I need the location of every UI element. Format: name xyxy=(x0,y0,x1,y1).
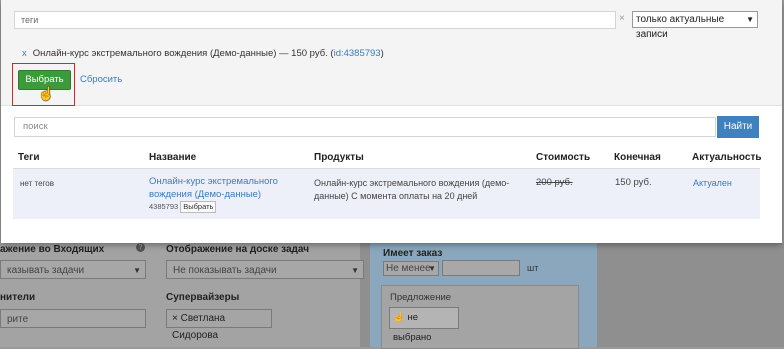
relevance-filter-select[interactable]: только актуальные записи ▼ xyxy=(632,11,758,40)
reset-link[interactable]: Сбросить xyxy=(80,74,122,85)
row-products: Онлайн-курс экстремального вождения (дем… xyxy=(314,178,510,201)
executors-input[interactable]: рите xyxy=(0,309,146,328)
board-display-value: Не показывать задачи xyxy=(173,265,277,276)
chevron-down-icon: ▼ xyxy=(351,266,359,275)
row-choose-button[interactable]: Выбрать xyxy=(180,201,217,213)
board-display-label: Отображение на доске задач xyxy=(166,244,310,255)
supervisor-remove-icon[interactable]: × xyxy=(172,313,178,324)
clear-tags-icon[interactable]: × xyxy=(619,13,625,24)
supervisor-tag[interactable]: × Светлана Сидорова xyxy=(166,309,272,341)
executors-placeholder: рите xyxy=(7,314,29,325)
selected-offer-id-link[interactable]: id:4385793 xyxy=(334,48,381,59)
column-header-name: Название xyxy=(149,152,197,163)
remove-selected-icon[interactable]: x xyxy=(22,48,27,59)
selected-offer-text: Онлайн-курс экстремального вождения (Дем… xyxy=(32,48,334,59)
has-order-select[interactable]: Не менее ▼ xyxy=(383,261,439,276)
row-status-link[interactable]: Актуален xyxy=(693,177,732,190)
row-name-cell: Онлайн-курс экстремального вождения (Дем… xyxy=(149,176,289,214)
has-order-unit: шт xyxy=(527,263,539,273)
column-header-tags: Теги xyxy=(18,152,40,163)
help-icon[interactable]: ? xyxy=(136,243,145,252)
row-id: 4385793 xyxy=(149,202,179,211)
row-price-final: 150 руб. xyxy=(615,177,652,188)
chevron-down-icon: ▼ xyxy=(428,264,436,273)
executors-label: нители xyxy=(0,292,36,303)
row-tags: нет тегов xyxy=(20,179,54,188)
offer-label: Предложение xyxy=(390,292,452,303)
hand-cursor-icon: ☝ xyxy=(38,86,55,101)
search-placeholder: поиск xyxy=(23,121,48,132)
column-header-products: Продукты xyxy=(314,152,364,163)
supervisor-name: Светлана Сидорова xyxy=(172,313,226,341)
tags-input[interactable]: теги xyxy=(14,11,616,29)
selected-offer-close: ) xyxy=(380,48,384,59)
column-header-status: Актуальность xyxy=(692,152,762,163)
inbox-display-label: ажение во Входящих xyxy=(0,244,105,255)
has-order-label: Имеет заказ xyxy=(383,248,443,259)
offer-picker-modal: теги × только актуальные записи ▼ x Онлай… xyxy=(1,0,782,243)
column-header-price: Стоимость xyxy=(536,152,591,163)
has-order-value: Не менее xyxy=(386,263,431,274)
row-price-old: 200 руб. xyxy=(536,177,573,188)
board-display-select[interactable]: Не показывать задачи ▼ xyxy=(166,260,364,279)
inbox-display-value: казывать задачи xyxy=(7,265,85,276)
supervisors-label: Супервайзеры xyxy=(166,292,240,303)
column-header-final: Конечная xyxy=(614,152,661,163)
selected-offer: x Онлайн-курс экстремального вождения (Де… xyxy=(22,48,384,59)
chevron-down-icon: ▼ xyxy=(746,15,754,24)
hand-pointer-icon: ☝ xyxy=(393,312,405,323)
search-input[interactable]: поиск xyxy=(14,117,716,137)
has-order-quantity[interactable] xyxy=(442,260,520,276)
search-button[interactable]: Найти xyxy=(717,116,759,138)
chevron-down-icon: ▼ xyxy=(133,266,141,275)
tags-placeholder: теги xyxy=(21,15,39,25)
row-name-link[interactable]: Онлайн-курс экстремального вождения (Дем… xyxy=(149,176,278,200)
offer-select-button[interactable]: ☝ не выбрано xyxy=(389,307,459,343)
inbox-display-select[interactable]: казывать задачи ▼ xyxy=(0,260,146,279)
